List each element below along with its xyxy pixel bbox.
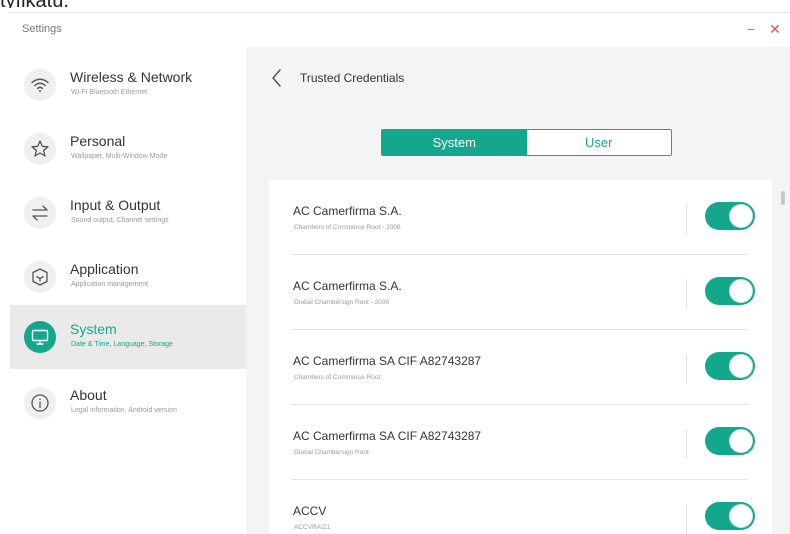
sidebar-item-subtitle: Wi-Fi Bluetooth Ethernet [71, 89, 148, 96]
scrollbar[interactable] [781, 191, 785, 205]
credentials-list: AC Camerfirma S.A. Chambers of Commerce … [269, 180, 772, 534]
sidebar-item-label: System [70, 321, 117, 337]
credential-toggle[interactable] [705, 427, 755, 455]
sidebar-item-label: Input & Output [70, 197, 161, 213]
credential-name: AC Camerfirma S.A. [293, 279, 402, 293]
title-bar: Settings − ✕ [10, 13, 790, 47]
credential-name: AC Camerfirma SA CIF A82743287 [293, 429, 482, 443]
credential-toggle[interactable] [705, 202, 755, 230]
wifi-icon [24, 69, 56, 101]
credential-toggle[interactable] [705, 502, 755, 530]
star-icon [24, 133, 56, 165]
sidebar-item-personal[interactable]: Personal Wallpaper, Multi-Window Mode [10, 117, 246, 181]
info-icon [24, 387, 56, 419]
credential-description: Chambers of Commerce Root - 2008 [294, 224, 401, 231]
settings-window: Settings − ✕ Wireless & Network Wi-Fi Bl… [10, 12, 790, 534]
sidebar-item-about[interactable]: About Legal information, Android version [10, 371, 246, 435]
divider [686, 429, 687, 459]
divider [686, 279, 687, 309]
sidebar-item-label: Wireless & Network [70, 69, 193, 85]
toggle-knob [729, 429, 753, 453]
sidebar-item-label: Personal [70, 133, 126, 149]
divider [686, 354, 687, 384]
credential-toggle[interactable] [705, 352, 755, 380]
toggle-knob [729, 204, 753, 228]
sidebar-item-subtitle: Application management [71, 281, 149, 288]
monitor-icon [24, 321, 56, 353]
sidebar-item-wireless-network[interactable]: Wireless & Network Wi-Fi Bluetooth Ether… [10, 53, 246, 117]
list-item[interactable]: ACCV ACCVRAIZ1 [269, 480, 772, 534]
window-title: Settings [22, 23, 62, 35]
back-arrow-icon[interactable] [268, 67, 286, 89]
sidebar-item-subtitle: Sound output, Channel settings [71, 217, 169, 224]
page-title: Trusted Credentials [300, 71, 405, 85]
sidebar-item-subtitle: Wallpaper, Multi-Window Mode [71, 153, 168, 160]
credential-toggle[interactable] [705, 277, 755, 305]
credential-description: ACCVRAIZ1 [294, 524, 331, 531]
minimize-button[interactable]: − [743, 19, 759, 39]
swap-arrows-icon [24, 197, 56, 229]
credential-type-tabs: System User [381, 129, 672, 156]
tab-system[interactable]: System [382, 130, 527, 155]
tab-user[interactable]: User [526, 130, 671, 155]
divider [686, 204, 687, 234]
sidebar-item-application[interactable]: Application Application management [10, 245, 246, 309]
credential-name: AC Camerfirma SA CIF A82743287 [293, 354, 482, 368]
credential-description: Global Chambersign Root [294, 449, 369, 456]
list-item[interactable]: AC Camerfirma SA CIF A82743287 Chambers … [269, 330, 772, 405]
toggle-knob [729, 354, 753, 378]
sidebar-item-subtitle: Legal information, Android version [71, 407, 177, 414]
cube-icon [24, 261, 56, 293]
toggle-knob [729, 279, 753, 303]
content-panel: Trusted Credentials System User AC Camer… [246, 47, 790, 534]
close-button[interactable]: ✕ [767, 19, 783, 39]
list-item[interactable]: AC Camerfirma S.A. Chambers of Commerce … [269, 180, 772, 255]
background-text-fragment: tyfikatu. [0, 0, 140, 8]
list-item[interactable]: AC Camerfirma S.A. Global Chambersign Ro… [269, 255, 772, 330]
list-item[interactable]: AC Camerfirma SA CIF A82743287 Global Ch… [269, 405, 772, 480]
credential-name: AC Camerfirma S.A. [293, 204, 402, 218]
sidebar-item-label: Application [70, 261, 139, 277]
sidebar-item-label: About [70, 387, 107, 403]
credential-name: ACCV [293, 504, 327, 518]
sidebar-item-system[interactable]: System Date & Time, Language, Storage [10, 305, 246, 369]
sidebar-item-subtitle: Date & Time, Language, Storage [71, 341, 173, 348]
sidebar: Wireless & Network Wi-Fi Bluetooth Ether… [10, 47, 246, 534]
credential-description: Global Chambersign Root - 2008 [294, 299, 390, 306]
sidebar-item-input-output[interactable]: Input & Output Sound output, Channel set… [10, 181, 246, 245]
divider [686, 504, 687, 534]
credential-description: Chambers of Commerce Root [294, 374, 381, 381]
background-text: tyfikatu. [0, 0, 69, 8]
toggle-knob [729, 504, 753, 528]
